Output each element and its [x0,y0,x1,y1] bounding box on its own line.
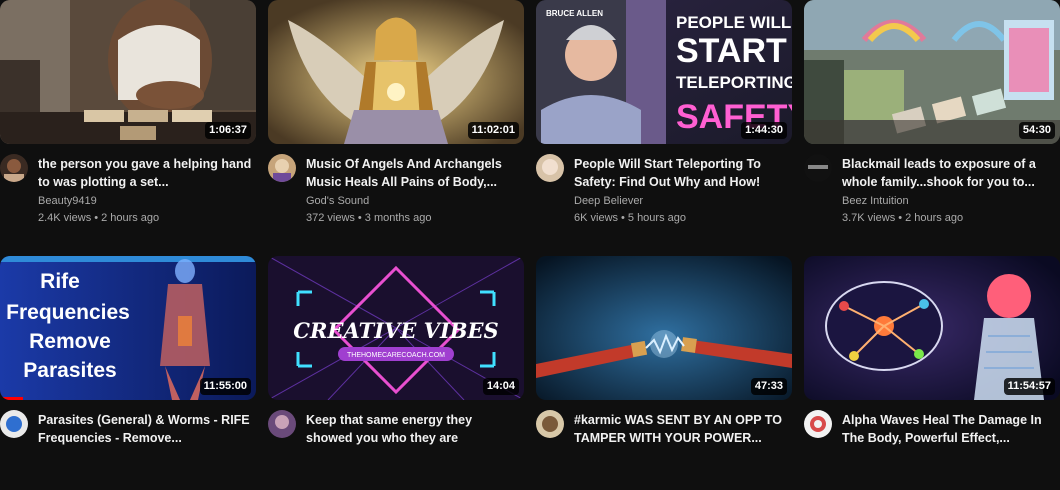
duration-badge: 1:44:30 [741,122,787,139]
video-thumbnail[interactable]: 47:33 [536,256,792,400]
video-title[interactable]: People Will Start Teleporting To Safety:… [574,155,788,191]
video-title[interactable]: Keep that same energy they showed you wh… [306,411,520,447]
duration-badge: 11:54:57 [1003,378,1055,395]
video-thumbnail[interactable]: 54:30 [804,0,1060,144]
channel-name[interactable]: Beez Intuition [842,195,909,207]
duration-badge: 1:06:37 [205,122,251,139]
video-title[interactable]: Alpha Waves Heal The Damage In The Body,… [842,411,1056,447]
avatar-image [804,154,832,182]
upload-age: 3 months ago [364,212,432,224]
thumbnail-text-line3: Remove [29,330,111,353]
channel-avatar[interactable] [804,154,832,182]
view-count: 2.4K views [38,212,92,224]
video-stats: 6K views • 5 hours ago [574,212,686,224]
channel-avatar[interactable] [268,410,296,438]
channel-avatar[interactable] [536,410,564,438]
avatar-image [804,410,832,438]
duration-badge: 14:04 [482,378,519,395]
view-count: 3.7K views [842,212,896,224]
video-card[interactable]: 47:33 #karmic WAS SENT BY AN OPP TO TAMP… [536,256,792,490]
video-card[interactable]: CREATIVE VIBES THEHOMECARECOACH.COM 14:0… [268,256,524,490]
video-card[interactable]: 1:06:37 the person you gave a helping ha… [0,0,256,234]
duration-badge: 54:30 [1018,122,1055,139]
duration-badge: 11:55:00 [199,378,251,395]
video-stats: 2.4K views • 2 hours ago [38,212,159,224]
channel-avatar[interactable] [0,410,28,438]
separator-dot: • [94,212,99,224]
video-title[interactable]: Music Of Angels And Archangels Music Hea… [306,155,520,191]
thumbnail-text-line2: START [676,32,787,70]
video-thumbnail[interactable]: CREATIVE VIBES THEHOMECARECOACH.COM 14:0… [268,256,524,400]
video-card[interactable]: BRUCE ALLEN PEOPLE WILL START TELEPORTIN… [536,0,792,234]
video-stats: 3.7K views • 2 hours ago [842,212,963,224]
video-title[interactable]: Blackmail leads to exposure of a whole f… [842,155,1056,191]
video-card[interactable]: 11:54:57 Alpha Waves Heal The Damage In … [804,256,1060,490]
video-thumbnail[interactable]: BRUCE ALLEN PEOPLE WILL START TELEPORTIN… [536,0,792,144]
thumbnail-text-line2: THEHOMECARECOACH.COM [347,352,445,359]
avatar-image [0,154,28,182]
thumbnail-text-line4: Parasites [23,359,116,382]
channel-avatar[interactable] [0,154,28,182]
duration-badge: 11:02:01 [467,122,519,139]
channel-name[interactable]: Beauty9419 [38,195,97,207]
upload-age: 2 hours ago [905,212,964,224]
thumbnail-text-line1: CREATIVE VIBES [293,318,498,343]
thumbnail-text-line2: Frequencies [6,301,130,324]
channel-name[interactable]: Deep Believer [574,195,643,207]
duration-badge: 47:33 [750,378,787,395]
avatar-image [0,410,28,438]
video-card[interactable]: Rife Frequencies Remove Parasites 11:55:… [0,256,256,490]
video-title[interactable]: Parasites (General) & Worms - RIFE Frequ… [38,411,252,447]
thumbnail-text-line1: PEOPLE WILL [676,13,791,32]
video-thumbnail[interactable]: 11:54:57 [804,256,1060,400]
avatar-image [268,154,296,182]
video-thumbnail[interactable]: 11:02:01 [268,0,524,144]
separator-dot: • [898,212,903,224]
thumbnail-text-line3: TELEPORTING [676,73,792,92]
watch-progress-bar [0,397,24,400]
separator-dot: • [357,212,362,224]
view-count: 6K views [574,212,619,224]
channel-avatar[interactable] [268,154,296,182]
upload-age: 2 hours ago [101,212,160,224]
video-stats: 372 views • 3 months ago [306,212,431,224]
video-card[interactable]: 11:02:01 Music Of Angels And Archangels … [268,0,524,234]
video-thumbnail[interactable]: Rife Frequencies Remove Parasites 11:55:… [0,256,256,400]
avatar-image [536,154,564,182]
video-title[interactable]: #karmic WAS SENT BY AN OPP TO TAMPER WIT… [574,411,788,447]
separator-dot: • [621,212,625,224]
avatar-image [536,410,564,438]
channel-avatar[interactable] [804,410,832,438]
upload-age: 5 hours ago [627,212,686,224]
thumbnail-text-name: BRUCE ALLEN [546,9,603,18]
view-count: 372 views [306,212,355,224]
video-thumbnail[interactable]: 1:06:37 [0,0,256,144]
channel-name[interactable]: God's Sound [306,195,369,207]
video-title[interactable]: the person you gave a helping hand to wa… [38,155,252,191]
video-card[interactable]: 54:30 Blackmail leads to exposure of a w… [804,0,1060,234]
channel-avatar[interactable] [536,154,564,182]
avatar-image [268,410,296,438]
thumbnail-text-line1: Rife [40,270,80,293]
